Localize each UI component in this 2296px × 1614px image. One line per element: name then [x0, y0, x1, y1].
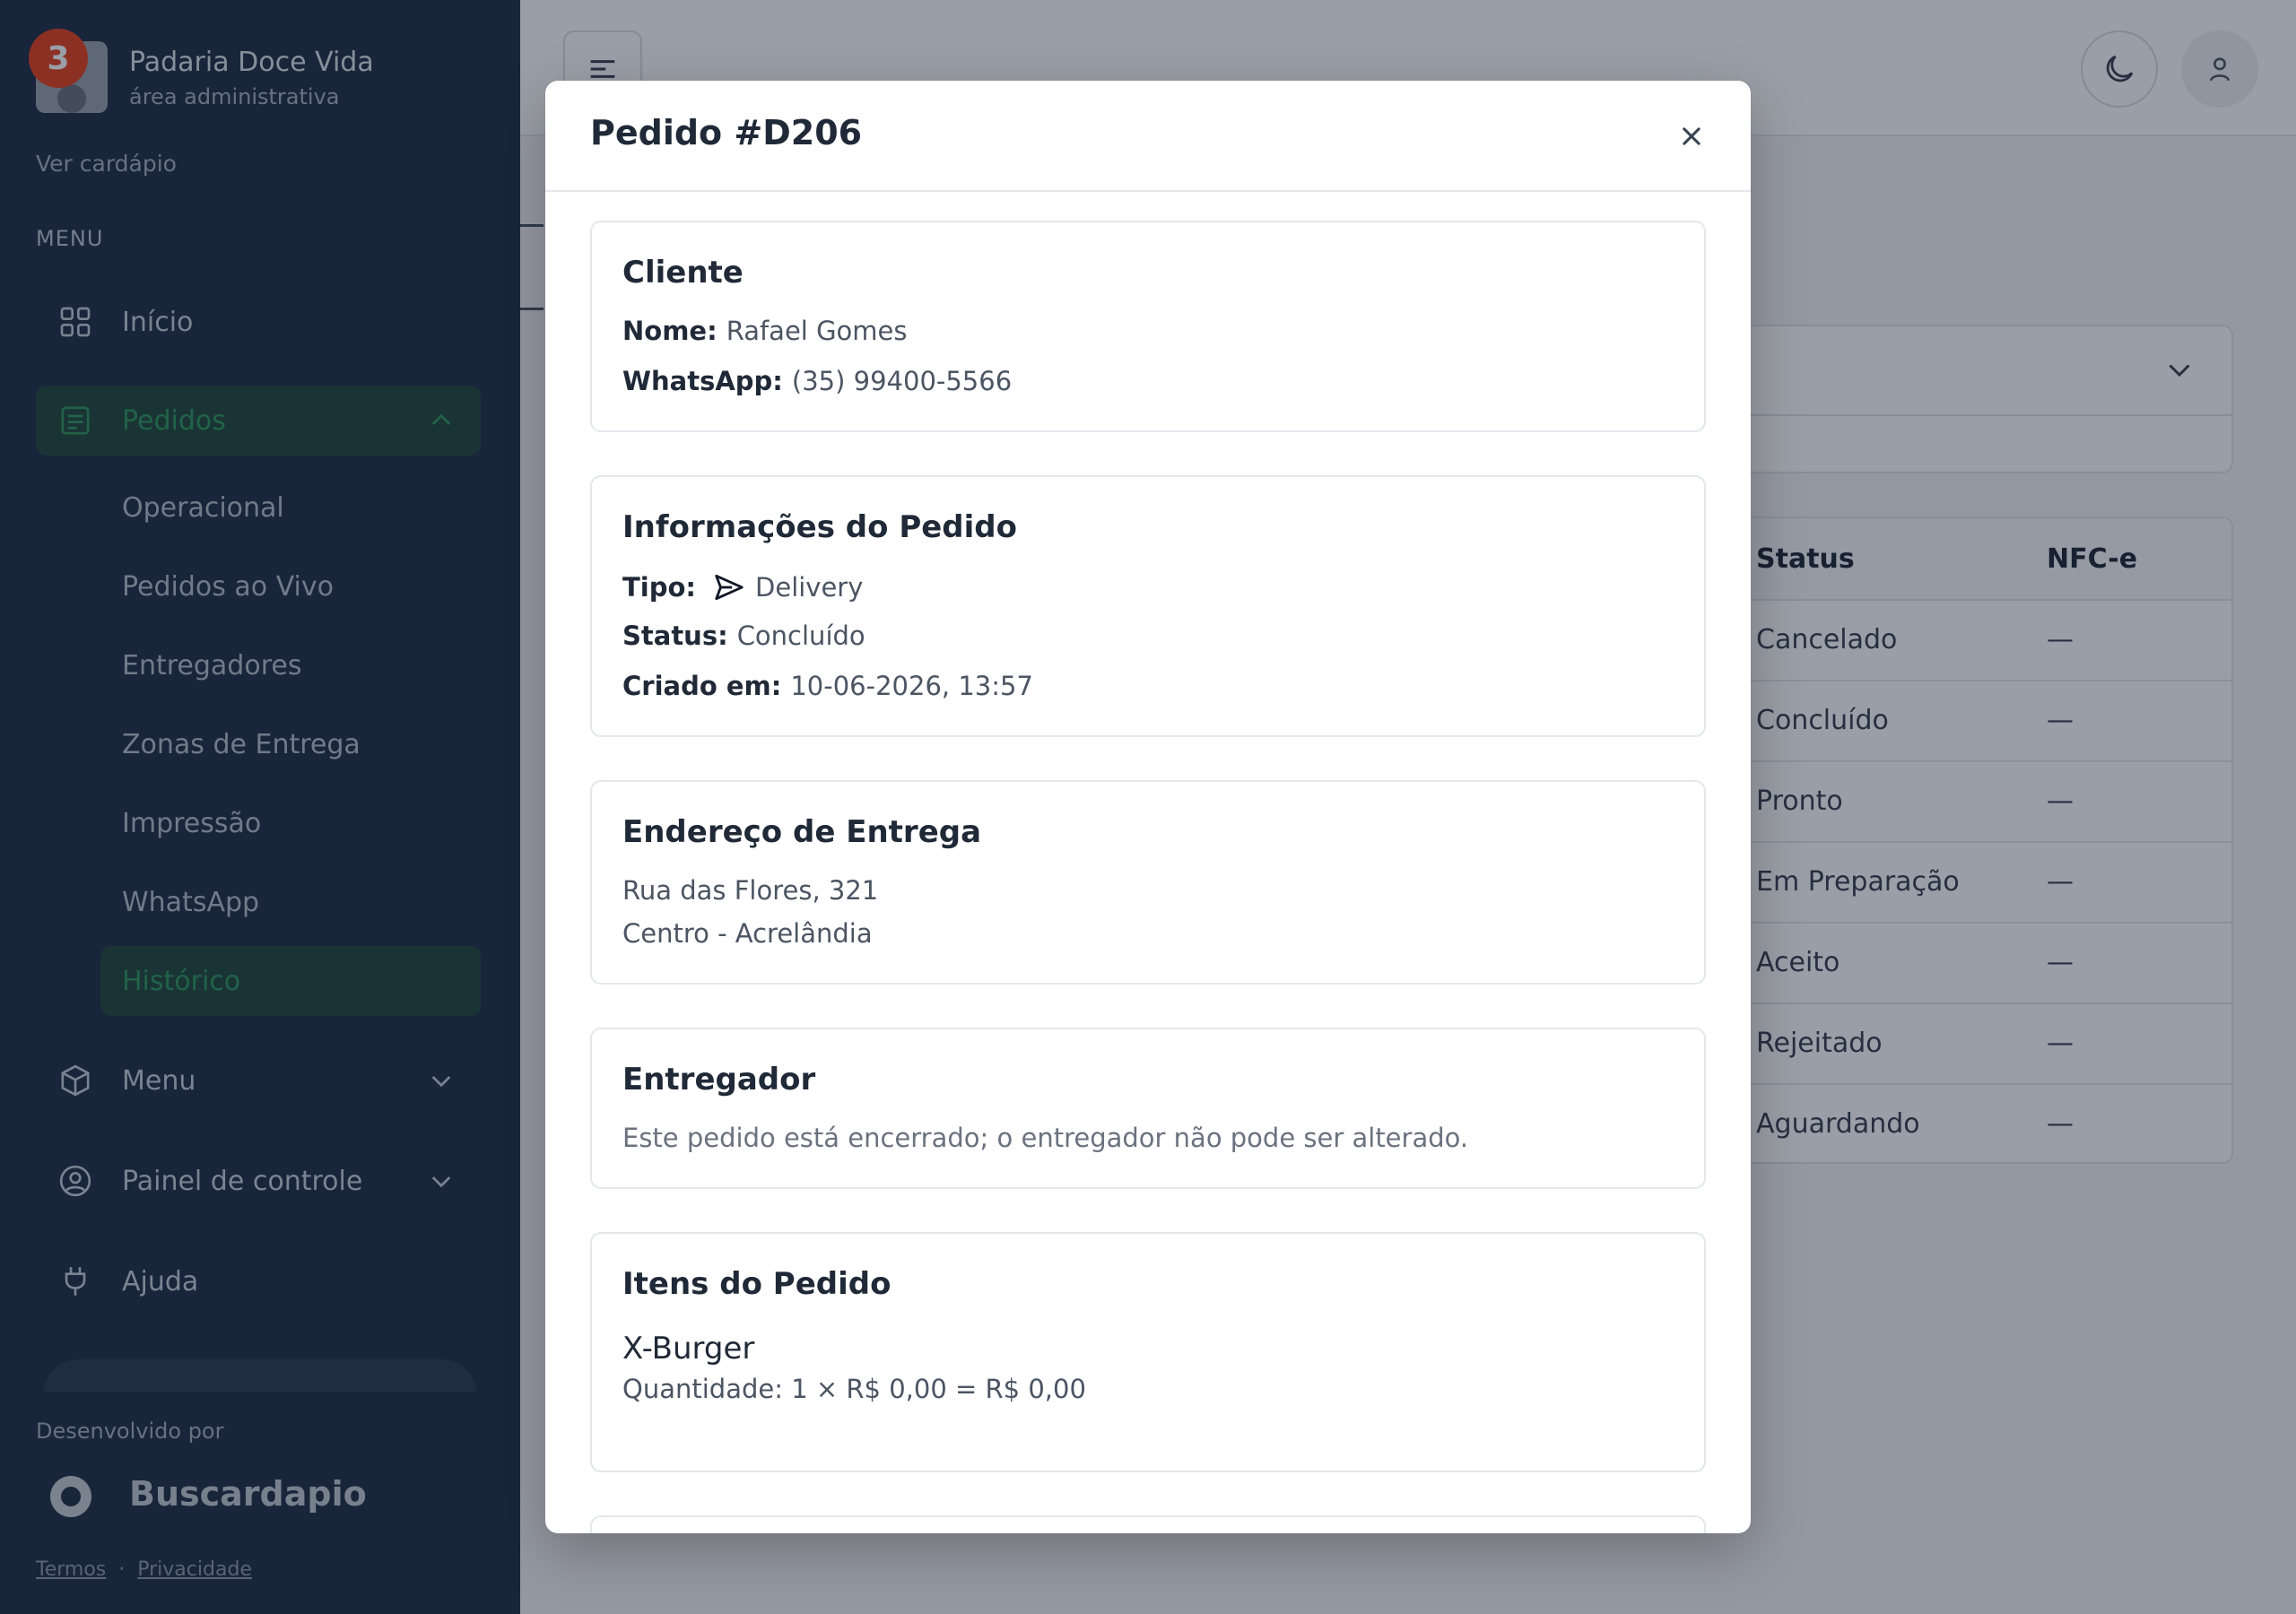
modal-header: Pedido #D206 — [545, 81, 1751, 192]
status-label: Status: — [622, 620, 728, 651]
order-type: Tipo: Delivery — [622, 570, 863, 604]
delivery-address-section: Endereço de Entrega Rua das Flores, 321 … — [590, 780, 1706, 985]
order-items-section: Itens do Pedido X-Burger Quantidade: 1 ×… — [590, 1232, 1706, 1472]
customer-section: Cliente Nome: Rafael Gomes WhatsApp: (35… — [590, 221, 1706, 432]
customer-name: Nome: Rafael Gomes — [622, 316, 907, 346]
whatsapp-value[interactable]: (35) 99400-5566 — [792, 366, 1012, 396]
type-label: Tipo: — [622, 572, 697, 603]
courier-note: Este pedido está encerrado; o entregador… — [622, 1123, 1469, 1153]
order-info-section: Informações do Pedido Tipo: Delivery Sta… — [590, 475, 1706, 737]
created-value: 10-06-2026, 13:57 — [790, 671, 1033, 701]
section-title: Informações do Pedido — [622, 509, 1017, 545]
courier-section: Entregador Este pedido está encerrado; o… — [590, 1028, 1706, 1189]
section-title: Endereço de Entrega — [622, 814, 982, 850]
next-section — [590, 1515, 1706, 1533]
order-detail-modal: Pedido #D206 Cliente Nome: Rafael Gomes … — [545, 81, 1751, 1533]
send-icon — [712, 570, 746, 604]
customer-whatsapp: WhatsApp: (35) 99400-5566 — [622, 366, 1012, 396]
created-label: Criado em: — [622, 671, 782, 701]
whatsapp-label: WhatsApp: — [622, 366, 783, 396]
status-value: Concluído — [736, 620, 865, 651]
name-value: Rafael Gomes — [726, 316, 908, 346]
item-detail: Quantidade: 1 × R$ 0,00 = R$ 0,00 — [622, 1374, 1086, 1404]
name-label: Nome: — [622, 316, 718, 346]
type-value: Delivery — [755, 572, 864, 603]
order-status: Status: Concluído — [622, 620, 865, 651]
section-title: Itens do Pedido — [622, 1266, 891, 1302]
close-icon — [1683, 127, 1700, 145]
section-title: Entregador — [622, 1062, 816, 1098]
address-line-2: Centro - Acrelândia — [622, 918, 873, 949]
order-created: Criado em: 10-06-2026, 13:57 — [622, 671, 1033, 701]
item-name: X-Burger — [622, 1331, 755, 1367]
section-title: Cliente — [622, 255, 744, 291]
address-line-1: Rua das Flores, 321 — [622, 875, 879, 906]
modal-title: Pedido #D206 — [590, 113, 863, 152]
close-button[interactable] — [1672, 117, 1711, 156]
